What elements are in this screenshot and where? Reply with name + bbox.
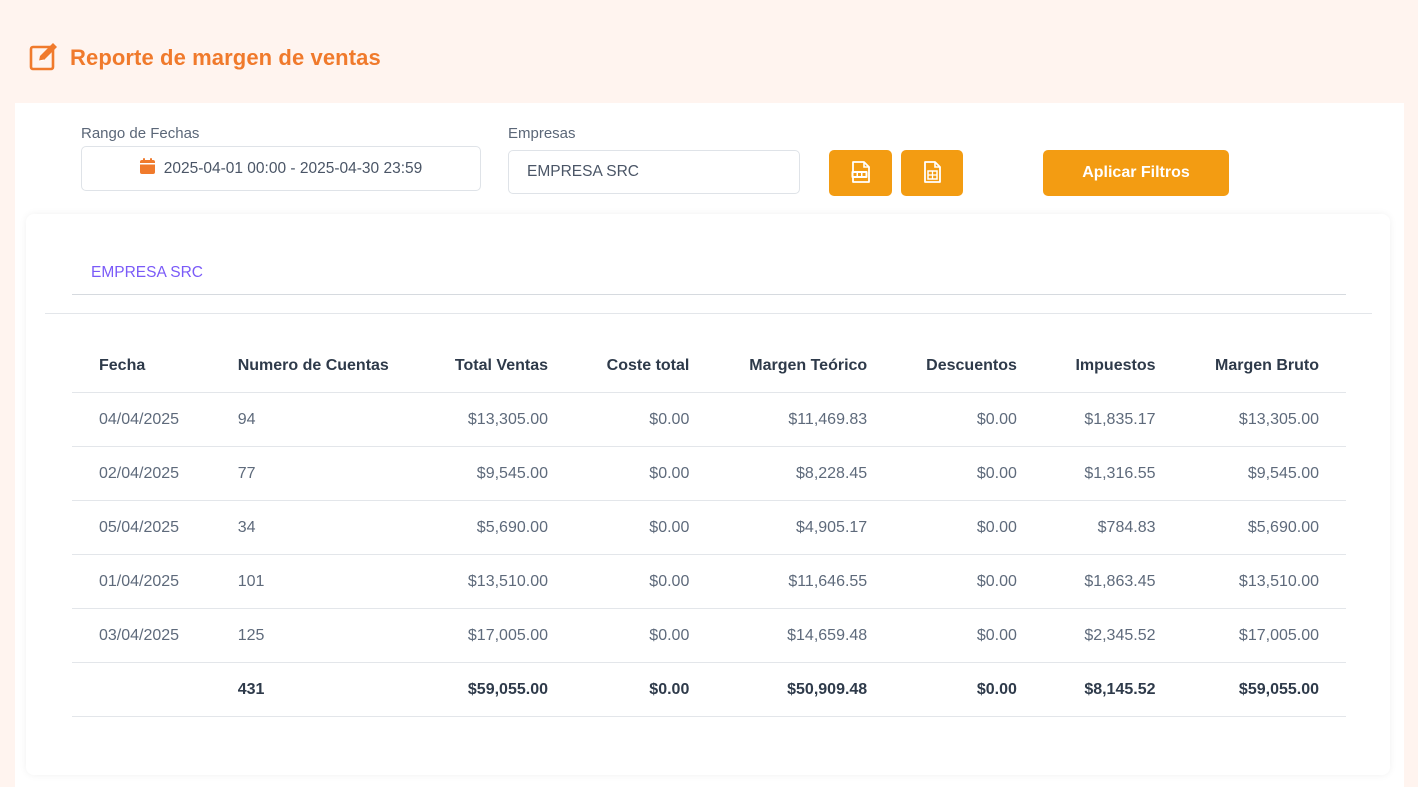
table-cell: $11,469.83 [716, 392, 895, 447]
date-range-value: 2025-04-01 00:00 - 2025-04-30 23:59 [163, 159, 423, 177]
table-cell: 05/04/2025 [72, 500, 211, 555]
total-cell: 431 [210, 662, 423, 717]
table-cell: $9,545.00 [1182, 446, 1346, 501]
table-cell: 101 [210, 554, 423, 609]
total-cell: $59,055.00 [1182, 662, 1346, 717]
column-header: Descuentos [894, 339, 1044, 393]
table-cell: 94 [210, 392, 423, 447]
table-cell: $1,863.45 [1043, 554, 1183, 609]
table-cell: $0.00 [894, 392, 1044, 447]
table-cell: $4,905.17 [716, 500, 895, 555]
edit-note-icon [28, 40, 60, 77]
date-range-label: Rango de Fechas [81, 125, 200, 142]
calendar-icon [139, 158, 155, 179]
tab-empresa-src[interactable]: EMPRESA SRC [91, 264, 203, 282]
table-cell: $0.00 [894, 446, 1044, 501]
table-cell: 01/04/2025 [72, 554, 211, 609]
export-pdf-button[interactable] [829, 150, 892, 196]
table-cell: $0.00 [574, 446, 717, 501]
excel-file-icon [923, 160, 941, 186]
apply-filters-button[interactable]: Aplicar Filtros [1043, 150, 1229, 196]
table-cell: $5,690.00 [1182, 500, 1346, 555]
totals-row: 431 $59,055.00 $0.00 $50,909.48 $0.00 $8… [72, 662, 1346, 717]
column-header: Margen Teórico [716, 339, 895, 393]
table-cell: $1,316.55 [1043, 446, 1183, 501]
filter-panel: Rango de Fechas 2025-04-01 00:00 - 2025-… [15, 103, 1404, 787]
company-field[interactable] [508, 150, 800, 194]
table-cell: $13,510.00 [422, 554, 575, 609]
total-cell: $50,909.48 [716, 662, 895, 717]
company-tabs: EMPRESA SRC [72, 254, 1346, 295]
total-cell: $0.00 [894, 662, 1044, 717]
report-card: EMPRESA SRC Fecha Numero de Cuentas Tota… [26, 214, 1390, 775]
pdf-file-icon [851, 160, 871, 186]
column-header: Numero de Cuentas [210, 339, 423, 393]
table-row: 05/04/2025 34 $5,690.00 $0.00 $4,905.17 … [72, 500, 1346, 555]
table-cell: $13,305.00 [1182, 392, 1346, 447]
total-cell: $59,055.00 [422, 662, 575, 717]
table-cell: $14,659.48 [716, 608, 895, 663]
export-excel-button[interactable] [901, 150, 963, 196]
table-cell: $0.00 [894, 608, 1044, 663]
table-cell: $13,305.00 [422, 392, 575, 447]
table-cell: $9,545.00 [422, 446, 575, 501]
total-cell: $0.00 [574, 662, 717, 717]
date-range-picker[interactable]: 2025-04-01 00:00 - 2025-04-30 23:59 [81, 146, 481, 191]
table-row: 02/04/2025 77 $9,545.00 $0.00 $8,228.45 … [72, 446, 1346, 501]
table-cell: $784.83 [1043, 500, 1183, 555]
table-header-row: Fecha Numero de Cuentas Total Ventas Cos… [72, 339, 1346, 393]
table-cell: 77 [210, 446, 423, 501]
table-cell: $17,005.00 [422, 608, 575, 663]
table-row: 01/04/2025 101 $13,510.00 $0.00 $11,646.… [72, 554, 1346, 609]
table-cell: $0.00 [574, 608, 717, 663]
table-cell: $11,646.55 [716, 554, 895, 609]
total-cell: $8,145.52 [1043, 662, 1183, 717]
table-cell: $8,228.45 [716, 446, 895, 501]
table-cell: 34 [210, 500, 423, 555]
column-header: Margen Bruto [1182, 339, 1346, 393]
table-cell: $0.00 [574, 554, 717, 609]
table-cell: $13,510.00 [1182, 554, 1346, 609]
column-header: Fecha [72, 339, 211, 393]
card-divider [45, 313, 1372, 314]
margin-table: Fecha Numero de Cuentas Total Ventas Cos… [72, 339, 1346, 717]
column-header: Coste total [574, 339, 717, 393]
table-cell: 02/04/2025 [72, 446, 211, 501]
table-cell: $0.00 [894, 500, 1044, 555]
column-header: Impuestos [1043, 339, 1183, 393]
table-cell: 03/04/2025 [72, 608, 211, 663]
table-cell: 04/04/2025 [72, 392, 211, 447]
page-title: Reporte de margen de ventas [70, 45, 381, 70]
table-cell: $0.00 [574, 392, 717, 447]
table-cell: $5,690.00 [422, 500, 575, 555]
table-row: 04/04/2025 94 $13,305.00 $0.00 $11,469.8… [72, 392, 1346, 447]
table-row: 03/04/2025 125 $17,005.00 $0.00 $14,659.… [72, 608, 1346, 663]
column-header: Total Ventas [422, 339, 575, 393]
table-cell: $2,345.52 [1043, 608, 1183, 663]
company-label: Empresas [508, 125, 576, 142]
total-cell [72, 662, 211, 717]
table-cell: $17,005.00 [1182, 608, 1346, 663]
table-cell: $1,835.17 [1043, 392, 1183, 447]
table-cell: $0.00 [574, 500, 717, 555]
page-header: Reporte de margen de ventas [28, 40, 381, 76]
table-cell: $0.00 [894, 554, 1044, 609]
table-cell: 125 [210, 608, 423, 663]
